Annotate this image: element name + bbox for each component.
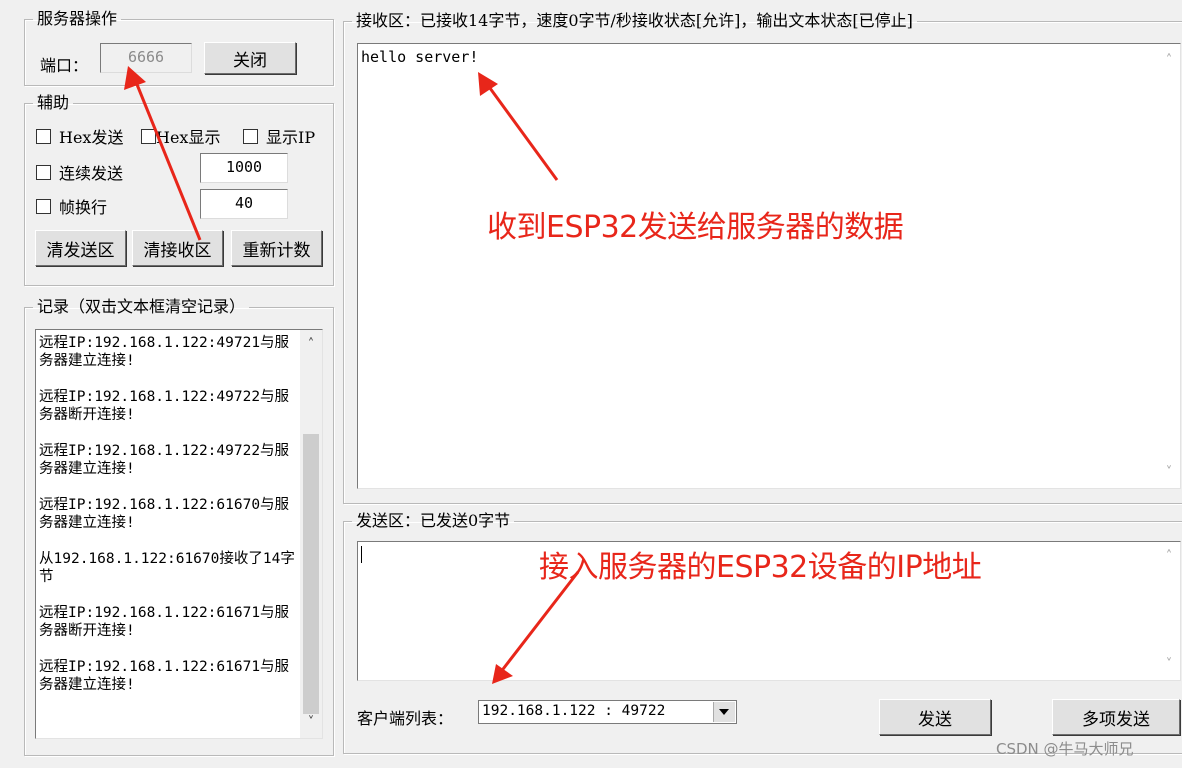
hex-send-label: Hex发送 xyxy=(59,128,124,147)
continuous-interval-input[interactable]: 1000 xyxy=(200,153,288,183)
csdn-watermark: CSDN @牛马大师兄 xyxy=(996,740,1134,758)
multi-send-button[interactable]: 多项发送 xyxy=(1052,699,1180,735)
hex-display-checkbox[interactable]: Hex显示 xyxy=(141,124,220,148)
hex-send-checkbox[interactable]: Hex发送 xyxy=(36,124,123,148)
show-ip-checkbox[interactable]: 显示IP xyxy=(243,124,315,148)
port-label: 端口： xyxy=(40,56,89,75)
scroll-down-icon[interactable]: ˅ xyxy=(1158,462,1180,484)
receive-content: hello server! xyxy=(361,48,479,66)
chevron-down-icon xyxy=(719,709,729,715)
log-entry: 从192.168.1.122:61670接收了14字节 xyxy=(39,551,295,585)
receive-group-title: 接收区：已接收14字节，速度0字节/秒接收状态[允许]，输出文本状态[已停止] xyxy=(356,11,913,30)
scroll-down-icon[interactable]: ˅ xyxy=(1158,654,1180,676)
dropdown-button[interactable] xyxy=(713,702,735,722)
log-entry: 远程IP:192.168.1.122:49722与服务器建立连接! xyxy=(39,443,290,477)
checkbox-box[interactable] xyxy=(36,128,51,144)
port-input[interactable]: 6666 xyxy=(100,43,192,73)
checkbox-box[interactable] xyxy=(243,128,258,144)
log-entries: 远程IP:192.168.1.122:49721与服务器建立连接! 远程IP:1… xyxy=(39,334,297,712)
client-list-label: 客户端列表： xyxy=(357,709,454,728)
scroll-up-icon[interactable]: ˄ xyxy=(1158,50,1180,72)
scroll-thumb[interactable] xyxy=(303,434,319,714)
log-group-title: 记录（双击文本框清空记录） xyxy=(37,297,246,316)
client-selected-value: 192.168.1.122 : 49722 xyxy=(482,703,666,719)
frame-newline-checkbox[interactable]: 帧换行 xyxy=(36,194,107,218)
text-cursor xyxy=(361,546,362,563)
frame-newline-label: 帧换行 xyxy=(59,198,108,217)
log-entry: 远程IP:192.168.1.122:61671与服务器建立连接! xyxy=(39,659,290,693)
log-entry: 远程IP:192.168.1.122:49722与服务器断开连接! xyxy=(39,389,290,423)
ip-annotation: 接入服务器的ESP32设备的IP地址 xyxy=(539,550,982,585)
log-textbox[interactable]: 远程IP:192.168.1.122:49721与服务器建立连接! 远程IP:1… xyxy=(35,329,323,739)
log-entry: 远程IP:192.168.1.122:61670与服务器建立连接! xyxy=(39,497,290,531)
close-button[interactable]: 关闭 xyxy=(204,42,296,74)
log-scrollbar[interactable]: ˄ ˅ xyxy=(300,330,322,738)
send-scrollbar[interactable]: ˄ ˅ xyxy=(1158,542,1180,680)
continuous-send-label: 连续发送 xyxy=(59,164,124,183)
assist-group-title: 辅助 xyxy=(37,93,70,112)
send-group-title: 发送区：已发送0字节 xyxy=(356,511,511,530)
send-button[interactable]: 发送 xyxy=(879,699,991,735)
clear-receive-button[interactable]: 清接收区 xyxy=(132,230,223,266)
continuous-send-checkbox[interactable]: 连续发送 xyxy=(36,160,123,184)
clear-send-button[interactable]: 清发送区 xyxy=(35,230,126,266)
checkbox-box[interactable] xyxy=(36,164,51,180)
log-entry: 远程IP:192.168.1.122:61671与服务器断开连接! xyxy=(39,605,290,639)
scroll-up-icon[interactable]: ˄ xyxy=(300,334,322,356)
server-group-title: 服务器操作 xyxy=(37,9,118,28)
client-list-select[interactable]: 192.168.1.122 : 49722 xyxy=(478,700,737,724)
hex-display-label: Hex显示 xyxy=(156,128,221,147)
scroll-down-icon[interactable]: ˅ xyxy=(300,712,322,734)
receive-scrollbar[interactable]: ˄ ˅ xyxy=(1158,44,1180,488)
frame-value-input[interactable]: 40 xyxy=(200,189,288,219)
receive-textbox[interactable]: hello server! ˄ ˅ xyxy=(357,43,1181,489)
checkbox-box[interactable] xyxy=(36,198,51,214)
receive-annotation: 收到ESP32发送给服务器的数据 xyxy=(487,210,904,245)
show-ip-label: 显示IP xyxy=(266,128,316,147)
checkbox-box[interactable] xyxy=(141,128,156,144)
reset-count-button[interactable]: 重新计数 xyxy=(231,230,322,266)
log-entry: 远程IP:192.168.1.122:49721与服务器建立连接! xyxy=(39,335,290,369)
scroll-up-icon[interactable]: ˄ xyxy=(1158,546,1180,568)
